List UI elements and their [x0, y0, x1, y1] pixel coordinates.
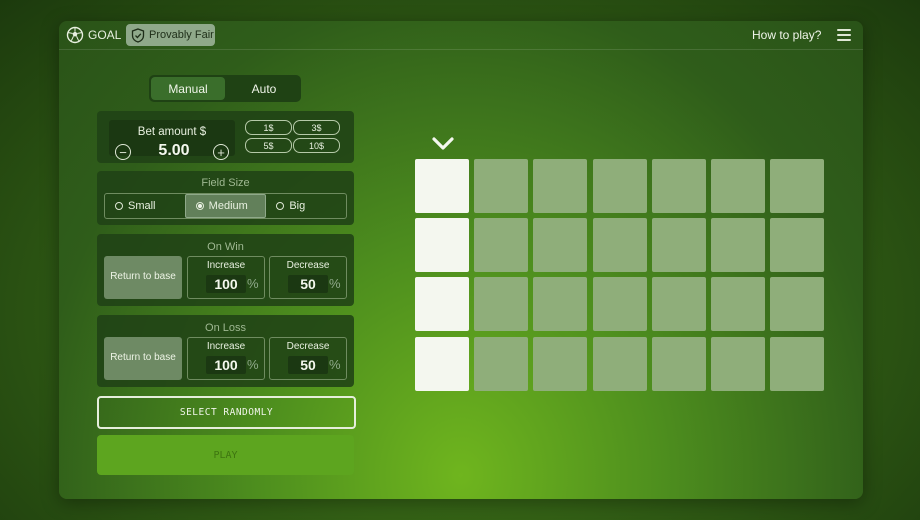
field-size-options: Small Medium Big	[104, 193, 347, 219]
on-loss-decrease-label: Decrease	[286, 341, 330, 352]
bet-amount-box: Bet amount $ − 5.00 +	[109, 120, 235, 160]
on-win-decrease: Decrease 50 %	[269, 256, 347, 299]
board-cell[interactable]	[415, 336, 469, 391]
board-cell[interactable]	[711, 159, 765, 213]
chevron-down-icon	[432, 137, 454, 150]
board-cell[interactable]	[711, 218, 765, 273]
board-cell[interactable]	[770, 336, 825, 391]
board-cell[interactable]	[474, 277, 529, 332]
on-loss-panel: On Loss Return to base Increase 100 % De…	[97, 315, 354, 387]
decrease-bet-button[interactable]: −	[115, 144, 131, 160]
bet-amount-panel: Bet amount $ − 5.00 + 1$ 3$ 5$ 10$	[97, 111, 354, 163]
board-cell[interactable]	[533, 336, 588, 391]
board-cell[interactable]	[592, 159, 647, 213]
on-win-increase: Increase 100 %	[187, 256, 265, 299]
board-cell[interactable]	[533, 159, 588, 213]
bet-amount-label: Bet amount $	[137, 126, 207, 138]
field-size-big[interactable]: Big	[266, 194, 346, 218]
chip-3[interactable]: 3$	[293, 120, 340, 135]
percent-sign: %	[329, 357, 341, 372]
field-size-title: Field Size	[201, 177, 250, 189]
field-size-small-label: Small	[128, 200, 156, 212]
play-button[interactable]: PLAY	[97, 435, 354, 475]
on-loss-increase-input[interactable]: 100	[206, 356, 246, 374]
on-win-increase-input[interactable]: 100	[206, 275, 246, 293]
mode-switch: Manual Auto	[149, 75, 301, 102]
board-cell[interactable]	[415, 218, 469, 273]
on-win-increase-label: Increase	[206, 260, 246, 271]
percent-sign: %	[329, 276, 341, 291]
on-loss-decrease: Decrease 50 %	[269, 337, 347, 380]
soccer-ball-icon	[66, 26, 84, 44]
on-loss-return-to-base-button[interactable]: Return to base	[104, 337, 182, 380]
increase-bet-button[interactable]: +	[213, 144, 229, 160]
radio-selected-icon	[195, 202, 204, 210]
on-loss-increase: Increase 100 %	[187, 337, 265, 380]
top-bar: GOAL Provably Fair How to play?	[59, 21, 863, 50]
board-cell[interactable]	[533, 218, 588, 273]
on-win-return-to-base-button[interactable]: Return to base	[104, 256, 182, 299]
on-loss-increase-label: Increase	[206, 341, 246, 352]
chip-5[interactable]: 5$	[245, 138, 292, 153]
how-to-play-link[interactable]: How to play?	[752, 28, 821, 42]
chip-1[interactable]: 1$	[245, 120, 292, 135]
board-cell[interactable]	[592, 336, 647, 391]
select-randomly-button[interactable]: SELECT RANDOMLY	[97, 396, 356, 429]
board-cell[interactable]	[711, 336, 765, 391]
brand-name: GOAL	[88, 28, 122, 42]
provably-fair-label: Provably Fair	[149, 29, 214, 41]
board-cell[interactable]	[651, 218, 706, 273]
board-cell[interactable]	[770, 218, 825, 273]
game-board	[415, 159, 826, 392]
board-cell[interactable]	[770, 277, 825, 332]
on-win-decrease-input[interactable]: 50	[288, 275, 328, 293]
board-cell[interactable]	[474, 218, 529, 273]
bet-amount-value[interactable]: 5.00	[139, 142, 209, 160]
field-size-panel: Field Size Small Medium Big	[97, 171, 354, 225]
board-cell[interactable]	[415, 159, 469, 213]
shield-check-icon	[131, 27, 145, 43]
radio-icon	[276, 202, 285, 210]
provably-fair-button[interactable]: Provably Fair	[126, 24, 215, 46]
field-size-big-label: Big	[289, 200, 306, 212]
hamburger-menu-icon[interactable]	[837, 29, 851, 41]
field-size-medium-label: Medium	[208, 200, 248, 212]
field-size-small[interactable]: Small	[105, 194, 185, 218]
tab-manual[interactable]: Manual	[151, 77, 225, 100]
on-loss-decrease-input[interactable]: 50	[288, 356, 328, 374]
tab-auto[interactable]: Auto	[227, 75, 301, 102]
on-loss-title: On Loss	[205, 322, 246, 334]
board-cell[interactable]	[592, 218, 647, 273]
board-cell[interactable]	[651, 277, 706, 332]
board-cell[interactable]	[711, 277, 765, 332]
board-cell[interactable]	[533, 277, 588, 332]
game-window: GOAL Provably Fair How to play? Manual A…	[59, 21, 863, 499]
chip-10[interactable]: 10$	[293, 138, 340, 153]
on-win-panel: On Win Return to base Increase 100 % Dec…	[97, 234, 354, 306]
on-win-title: On Win	[207, 241, 244, 253]
board-cell[interactable]	[651, 159, 706, 213]
field-size-medium[interactable]: Medium	[184, 194, 267, 218]
percent-sign: %	[247, 276, 259, 291]
board-cell[interactable]	[474, 336, 529, 391]
board-cell[interactable]	[651, 336, 706, 391]
board-cell[interactable]	[415, 277, 469, 332]
on-win-decrease-label: Decrease	[286, 260, 330, 271]
board-cell[interactable]	[770, 159, 825, 213]
board-cell[interactable]	[474, 159, 529, 213]
percent-sign: %	[247, 357, 259, 372]
board-cell[interactable]	[592, 277, 647, 332]
radio-icon	[115, 202, 123, 210]
